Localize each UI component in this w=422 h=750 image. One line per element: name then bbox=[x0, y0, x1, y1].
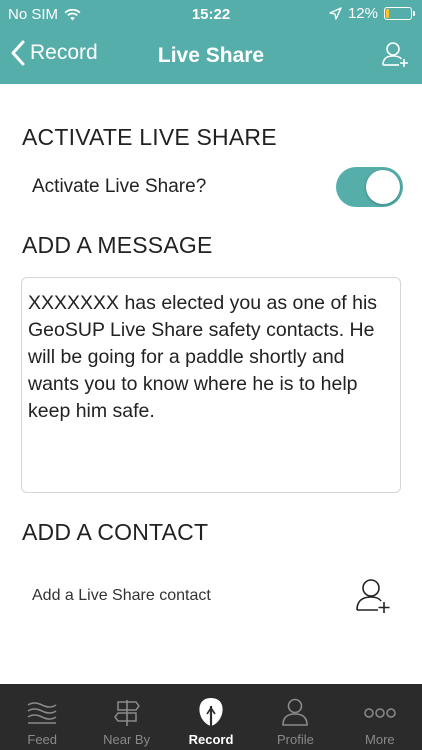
back-button[interactable]: Record bbox=[10, 40, 98, 66]
tab-profile[interactable]: Profile bbox=[253, 684, 337, 750]
feed-icon bbox=[27, 702, 57, 724]
back-button-label: Record bbox=[30, 41, 98, 64]
chevron-left-icon bbox=[11, 40, 25, 66]
battery-fill bbox=[386, 9, 389, 18]
add-contact-icon[interactable] bbox=[352, 576, 392, 616]
tab-near-by[interactable]: Near By bbox=[84, 684, 168, 750]
section-title-message: ADD A MESSAGE bbox=[22, 232, 213, 258]
message-textarea[interactable]: XXXXXXX has elected you as one of his Ge… bbox=[21, 277, 401, 493]
signpost-icon bbox=[113, 700, 140, 726]
more-icon bbox=[364, 708, 396, 718]
add-user-icon[interactable] bbox=[380, 40, 410, 70]
tab-feed-label: Feed bbox=[27, 732, 58, 747]
activate-toggle-label: Activate Live Share? bbox=[32, 176, 207, 197]
nav-bar: Record Live Share bbox=[0, 30, 422, 84]
status-right-group: 12% bbox=[329, 5, 415, 22]
tab-more[interactable]: More bbox=[338, 684, 422, 750]
tab-record[interactable]: Record bbox=[169, 684, 253, 750]
tab-bar: Feed Near By Record Profile More bbox=[0, 684, 422, 750]
location-arrow-icon bbox=[329, 7, 342, 20]
profile-icon bbox=[282, 698, 309, 726]
toggle-knob bbox=[366, 170, 400, 204]
tab-profile-label: Profile bbox=[276, 732, 314, 747]
section-title-contact: ADD A CONTACT bbox=[22, 519, 209, 545]
tab-feed[interactable]: Feed bbox=[0, 684, 84, 750]
battery-icon bbox=[384, 7, 415, 20]
add-contact-label[interactable]: Add a Live Share contact bbox=[32, 587, 211, 605]
battery-percent: 12% bbox=[347, 5, 378, 22]
section-title-activate: ACTIVATE LIVE SHARE bbox=[22, 124, 277, 150]
status-bar: No SIM 15:22 12% bbox=[0, 0, 422, 30]
tab-near-by-label: Near By bbox=[103, 732, 151, 747]
paddle-icon bbox=[199, 698, 223, 726]
tab-more-label: More bbox=[365, 732, 395, 747]
tab-record-label: Record bbox=[188, 732, 234, 747]
activate-live-share-toggle[interactable] bbox=[336, 167, 403, 207]
